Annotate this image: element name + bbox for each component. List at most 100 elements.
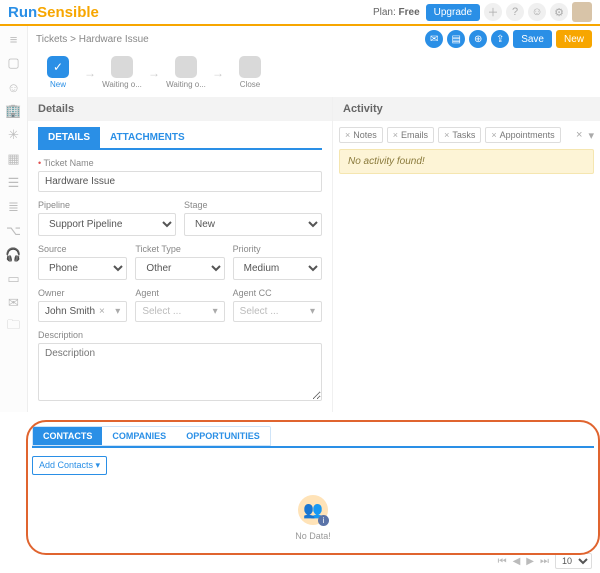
chevron-right-icon: →: [212, 66, 224, 80]
tab-opportunities[interactable]: OPPORTUNITIES: [176, 427, 270, 445]
stage-label: Stage: [184, 200, 322, 210]
activity-panel-header: Activity: [333, 97, 600, 121]
owner-multiselect[interactable]: John Smith × ▾: [38, 301, 127, 322]
detail-tabs: DETAILS ATTACHMENTS: [38, 127, 322, 150]
help-icon[interactable]: ?: [506, 3, 524, 21]
filter-appointments[interactable]: ×Appointments: [485, 127, 560, 143]
contacts-icon[interactable]: ☺: [6, 80, 22, 94]
owner-label: Owner: [38, 288, 127, 298]
pin-action-icon[interactable]: ⊕: [469, 30, 487, 48]
priority-select[interactable]: Medium: [233, 257, 322, 280]
settings-icon[interactable]: ⚙: [550, 3, 568, 21]
breadcrumb-current: Hardware Issue: [79, 34, 149, 45]
save-button[interactable]: Save: [513, 30, 552, 48]
email-action-icon[interactable]: ✉: [425, 30, 443, 48]
chevron-right-icon: →: [148, 66, 160, 80]
check-icon: ✓: [47, 56, 69, 78]
calendar-icon[interactable]: ▦: [6, 152, 22, 166]
companies-icon[interactable]: 🏢: [6, 104, 22, 118]
stage-tracker: ✓ New → Waiting o... → Waiting o... → Cl…: [28, 52, 600, 97]
description-label: Description: [38, 330, 322, 340]
ticket-type-label: Ticket Type: [135, 244, 224, 254]
pager-first-icon[interactable]: ⏮: [498, 556, 507, 567]
chevron-down-icon: ▾: [310, 306, 315, 317]
related-tabs: CONTACTS COMPANIES OPPORTUNITIES: [32, 426, 271, 446]
filter-tasks[interactable]: ×Tasks: [438, 127, 481, 143]
tab-contacts[interactable]: CONTACTS: [33, 427, 102, 445]
remove-filter-icon[interactable]: ×: [444, 130, 449, 140]
files-icon[interactable]: 🗀: [6, 320, 22, 334]
no-data-text: No Data!: [32, 531, 594, 541]
ticket-name-input[interactable]: [38, 171, 322, 192]
page-size-select[interactable]: 10: [555, 553, 592, 569]
stage-waiting-1[interactable]: Waiting o...: [102, 56, 142, 89]
brand-part1: Run: [8, 4, 37, 21]
no-activity-message: No activity found!: [339, 149, 594, 174]
billing-icon[interactable]: ⌥: [6, 224, 22, 238]
chevron-down-icon: ▾: [213, 306, 218, 317]
tab-details[interactable]: DETAILS: [38, 127, 100, 148]
ticket-name-label: Ticket Name: [38, 158, 322, 168]
remove-filter-icon[interactable]: ×: [491, 130, 496, 140]
top-right-controls: Plan: Free Upgrade ＋ ? ☺ ⚙: [373, 2, 592, 22]
remove-chip-icon[interactable]: ×: [99, 306, 105, 317]
pager: ⏮ ◀ ▶ ⏭ 10: [0, 549, 600, 573]
tab-attachments[interactable]: ATTACHMENTS: [100, 127, 195, 148]
automation-icon[interactable]: ✳: [6, 128, 22, 142]
filter-emails[interactable]: ×Emails: [387, 127, 434, 143]
pager-last-icon[interactable]: ⏭: [540, 556, 549, 567]
breadcrumb-root[interactable]: Tickets: [36, 34, 67, 45]
chevron-down-icon: ▾: [115, 306, 120, 317]
description-textarea[interactable]: [38, 343, 322, 401]
upgrade-button[interactable]: Upgrade: [426, 4, 480, 21]
pipeline-select[interactable]: Support Pipeline: [38, 213, 176, 236]
chevron-right-icon: →: [84, 66, 96, 80]
ticket-type-select[interactable]: Other: [135, 257, 224, 280]
stage-new[interactable]: ✓ New: [38, 56, 78, 89]
note-action-icon[interactable]: ▤: [447, 30, 465, 48]
agent-label: Agent: [135, 288, 224, 298]
details-panel-header: Details: [28, 97, 332, 121]
chevron-down-icon: ▾: [96, 460, 101, 470]
new-button[interactable]: New: [556, 30, 592, 48]
chevron-down-icon[interactable]: ▾: [588, 129, 594, 142]
top-bar: RunSensible Plan: Free Upgrade ＋ ? ☺ ⚙: [0, 0, 600, 26]
no-data-icon: 👥: [298, 495, 328, 525]
stage-waiting-2[interactable]: Waiting o...: [166, 56, 206, 89]
agent-cc-multiselect[interactable]: Select ... ▾: [233, 301, 322, 322]
activity-filters: ×Notes ×Emails ×Tasks ×Appointments × ▾: [339, 121, 594, 149]
brand-part2: Sensible: [37, 4, 99, 21]
pipeline-label: Pipeline: [38, 200, 176, 210]
breadcrumb: Tickets > Hardware Issue: [36, 34, 149, 45]
related-panel: CONTACTS COMPANIES OPPORTUNITIES Add Con…: [32, 426, 594, 549]
plan-label: Plan: Free: [373, 7, 420, 18]
tab-companies[interactable]: COMPANIES: [102, 427, 176, 445]
add-contacts-button[interactable]: Add Contacts ▾: [32, 456, 107, 475]
source-label: Source: [38, 244, 127, 254]
agent-multiselect[interactable]: Select ... ▾: [135, 301, 224, 322]
priority-label: Priority: [233, 244, 322, 254]
mail-icon[interactable]: ✉: [6, 296, 22, 310]
pager-next-icon[interactable]: ▶: [526, 556, 534, 567]
stage-select[interactable]: New: [184, 213, 322, 236]
pager-prev-icon[interactable]: ◀: [513, 556, 521, 567]
agent-cc-label: Agent CC: [233, 288, 322, 298]
reports-icon[interactable]: ▭: [6, 272, 22, 286]
remove-filter-icon[interactable]: ×: [345, 130, 350, 140]
filter-notes[interactable]: ×Notes: [339, 127, 383, 143]
dashboard-icon[interactable]: ▢: [6, 56, 22, 70]
tickets-icon[interactable]: 🎧: [6, 248, 22, 262]
remove-filter-icon[interactable]: ×: [393, 130, 398, 140]
documents-icon[interactable]: ☰: [6, 176, 22, 190]
stage-close[interactable]: Close: [230, 56, 270, 89]
list-icon[interactable]: ≣: [6, 200, 22, 214]
source-select[interactable]: Phone: [38, 257, 127, 280]
menu-icon[interactable]: ≡: [6, 32, 22, 46]
brand-logo: RunSensible: [8, 4, 99, 21]
left-sidebar: ≡ ▢ ☺ 🏢 ✳ ▦ ☰ ≣ ⌥ 🎧 ▭ ✉ 🗀: [0, 26, 28, 412]
add-icon[interactable]: ＋: [484, 3, 502, 21]
notifications-icon[interactable]: ☺: [528, 3, 546, 21]
clear-filters-icon[interactable]: ×: [576, 129, 582, 141]
share-action-icon[interactable]: ⇪: [491, 30, 509, 48]
avatar[interactable]: [572, 2, 592, 22]
